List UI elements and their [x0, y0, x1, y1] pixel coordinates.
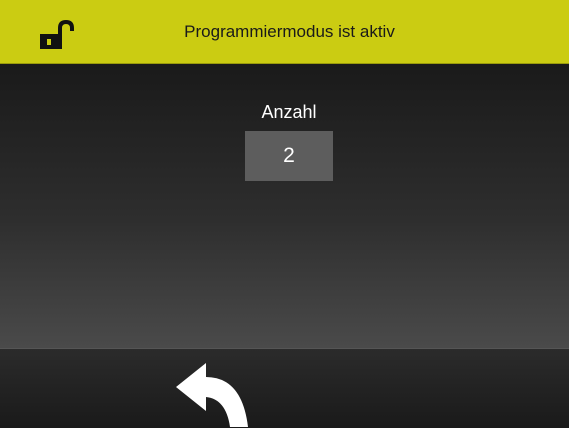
bottom-navigation-bar	[0, 348, 569, 428]
back-button[interactable]	[168, 361, 260, 428]
back-arrow-icon	[176, 363, 248, 427]
count-label: Anzahl	[261, 102, 317, 122]
status-bar: Programmiermodus ist aktiv	[0, 0, 569, 64]
count-value-field[interactable]: 2	[245, 131, 333, 181]
programming-screen: Programmiermodus ist aktiv Anzahl 2	[0, 0, 569, 428]
programming-mode-status-text: Programmiermodus ist aktiv	[184, 22, 395, 41]
content-area: Anzahl 2	[0, 64, 569, 348]
